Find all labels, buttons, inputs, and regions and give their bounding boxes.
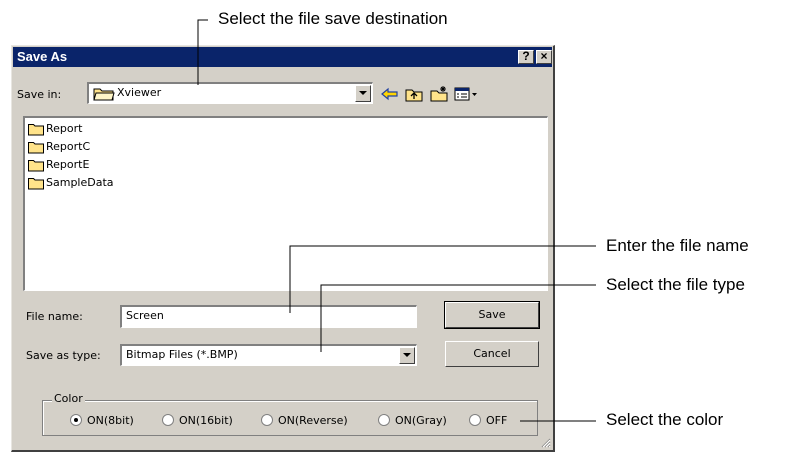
leader-save-destination [197, 19, 208, 85]
callout-save-destination: Select the file save destination [218, 9, 448, 28]
callout-file-type: Select the file type [606, 275, 745, 294]
leader-file-type [320, 284, 596, 352]
callout-file-name: Enter the file name [606, 236, 749, 255]
leader-file-name [289, 245, 596, 313]
callout-leader-lines [197, 19, 596, 422]
callout-color: Select the color [606, 410, 724, 429]
